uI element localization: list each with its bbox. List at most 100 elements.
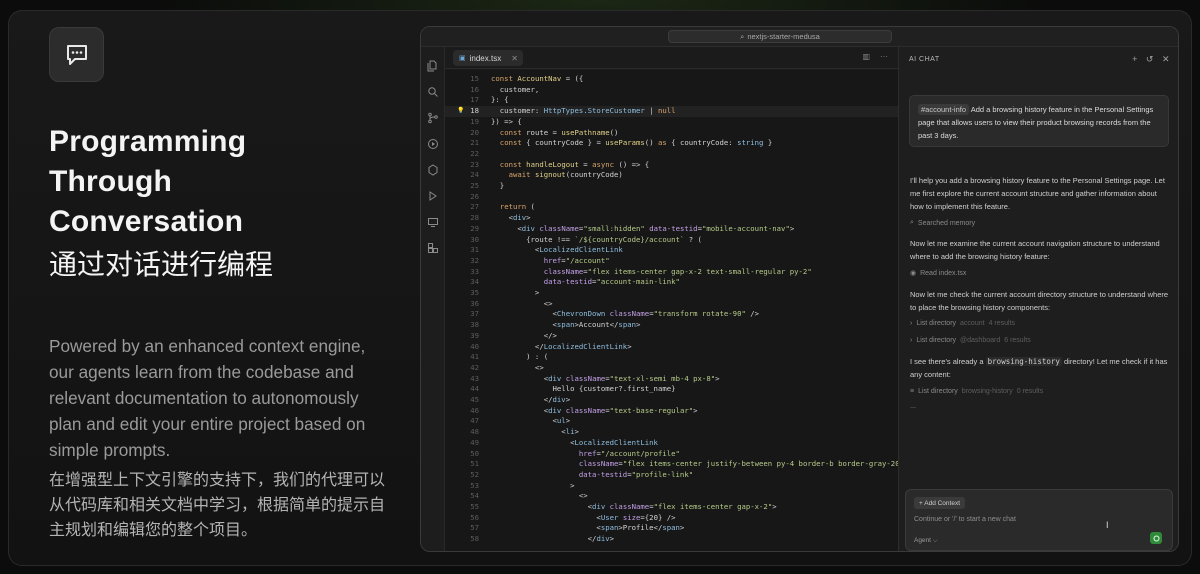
context-chip[interactable]: #account-info [918,104,970,115]
code-line[interactable]: 43 <div className="text-xl-semi mb-4 px-… [445,374,898,385]
tool-searched-memory[interactable]: ⌕ Searched memory [910,219,975,227]
code-line[interactable]: 45 </div> [445,395,898,406]
history-icon[interactable]: ↺ [1146,54,1154,65]
code-line[interactable]: 16 customer, [445,85,898,96]
feature-card: Programming Through Conversation 通过对话进行编… [8,10,1192,566]
split-editor-icon[interactable]: ▥ [862,52,870,61]
close-icon[interactable]: ✕ [511,54,518,63]
code-line[interactable]: 28 <div> [445,213,898,224]
code-line[interactable]: 15 const AccountNav = ({ [445,74,898,85]
extensions-icon[interactable] [427,163,439,176]
add-context-button[interactable]: + Add Context [914,497,966,509]
code-line[interactable]: 36 <> [445,299,898,310]
chat-composer: + Add Context Continue or '/' to start a… [905,489,1173,551]
code-line[interactable]: 41 ) : ( [445,352,898,363]
code-line[interactable]: 17}: { [445,95,898,106]
code-text: }: { [491,95,509,105]
blocks-icon[interactable] [427,241,439,253]
code-line[interactable]: 55 <div className="flex items-center gap… [445,502,898,513]
agent-mode-select[interactable]: Agent ⌵ [914,537,938,545]
more-icon[interactable]: ··· [880,52,888,61]
code-line[interactable]: 48 <li> [445,427,898,438]
line-number: 47 [470,416,479,426]
code-line[interactable]: 56 <User size={20} /> [445,513,898,524]
tool-list-directory-dashboard[interactable]: › List directory @dashboard 6 results [910,337,1031,344]
code-line[interactable]: 30 {route !== `/${countryCode}/account` … [445,235,898,246]
code-text: <div className="text-xl-semi mb-4 px-8"> [491,373,720,383]
code-line[interactable]: 25 } [445,181,898,192]
command-search[interactable]: ⌕ nextjs-starter-medusa [668,30,892,43]
tool-list-directory-account[interactable]: › List directory account 4 results [910,320,1015,327]
user-message: #account-info Add a browsing history fea… [909,95,1169,147]
tool-list-directory-browsing-history[interactable]: ≡ List directory browsing-history 0 resu… [910,388,1043,395]
code-line[interactable]: 47 <ul> [445,416,898,427]
code-line[interactable]: 20 const route = usePathname() [445,128,898,139]
code-editor[interactable]: 15 const AccountNav = ({16 customer, 17}: … [445,70,898,551]
tool-read-file[interactable]: ◉ Read index.tsx [910,269,966,278]
code-text: <LocalizedClientLink [491,245,623,255]
code-line[interactable]: 33 className="flex items-center gap-x-2 … [445,267,898,278]
code-text: <div className="small:hidden" data-testi… [491,223,795,233]
code-line[interactable]: 49 <LocalizedClientLink [445,438,898,449]
line-number: 48 [470,427,479,437]
code-line[interactable]: 31 <LocalizedClientLink [445,245,898,256]
code-line[interactable]: 22 [445,149,898,160]
code-text: data-testid="profile-link" [578,469,694,479]
line-number: 44 [470,384,479,394]
code-line[interactable]: 44 Hello {customer?.first_name} [445,384,898,395]
code-line[interactable]: 57 <span>Profile</span> [445,523,898,534]
code-line[interactable]: 29 <div className="small:hidden" data-te… [445,224,898,235]
line-number: 18 [470,106,479,116]
chat-input[interactable]: Continue or '/' to start a new chat [914,516,1016,523]
code-line[interactable]: 53 > [445,481,898,492]
code-line[interactable]: 40 </LocalizedClientLink> [445,342,898,353]
tool-count: 0 results [1016,388,1044,395]
code-text: const handleLogout = async () => { [499,159,650,169]
code-line[interactable]: 💡 18 customer: HttpTypes.StoreCustomer | … [445,106,898,117]
code-line[interactable]: 58 </div> [445,534,898,545]
code-text: await signout(countryCode) [508,170,623,180]
code-line[interactable]: 26 [445,192,898,203]
tool-label: List directory [916,337,957,344]
code-line[interactable]: 39 </> [445,331,898,342]
code-line[interactable]: 19}) => { [445,117,898,128]
run-icon[interactable] [427,137,439,149]
line-number: 19 [470,116,479,126]
code-line[interactable]: 51 className="flex items-center justify-… [445,459,898,470]
code-line[interactable]: 38 <span>Account</span> [445,320,898,331]
code-line[interactable]: 52 data-testid="profile-link" [445,470,898,481]
source-control-icon[interactable] [427,111,439,124]
remote-icon[interactable] [427,215,439,227]
line-number: 34 [470,277,479,287]
debug-icon[interactable] [427,189,439,201]
code-line[interactable]: 37 <ChevronDown className="transform rot… [445,309,898,320]
files-icon[interactable] [427,59,439,72]
code-line[interactable]: 54 <> [445,491,898,502]
code-line[interactable]: 21 const { countryCode } = useParams() a… [445,138,898,149]
code-text: customer, [491,84,540,94]
code-line[interactable]: 50 href="/account/profile" [445,449,898,460]
search-icon[interactable] [427,85,439,97]
code-text: const route = usePathname() [499,127,619,137]
code-text: </div> [491,395,571,404]
line-number: 27 [470,202,479,212]
close-icon[interactable]: ✕ [1162,54,1170,65]
tool-label: Searched memory [917,219,976,227]
line-number: 29 [470,223,479,233]
code-line[interactable]: 42 <> [445,363,898,374]
code-line[interactable]: 34 data-testid="account-main-link" [445,277,898,288]
tab-index-tsx[interactable]: ▣ index.tsx ✕ [453,50,523,66]
assistant-message-4: I see there's already a browsing-history… [910,355,1172,381]
send-button[interactable] [1150,532,1162,544]
line-number: 46 [470,405,479,415]
code-text: <User size={20} /> [491,512,676,522]
code-line[interactable]: 24 await signout(countryCode) [445,170,898,181]
code-line[interactable]: 35 > [445,288,898,299]
code-line[interactable]: 27 return ( [445,202,898,213]
line-number: 26 [470,191,479,201]
code-line[interactable]: 23 const handleLogout = async () => { [445,160,898,171]
code-text: <LocalizedClientLink [491,437,658,447]
plus-icon[interactable]: + [1132,54,1138,65]
code-line[interactable]: 32 href="/account" [445,256,898,267]
code-line[interactable]: 46 <div className="text-base-regular"> [445,406,898,417]
